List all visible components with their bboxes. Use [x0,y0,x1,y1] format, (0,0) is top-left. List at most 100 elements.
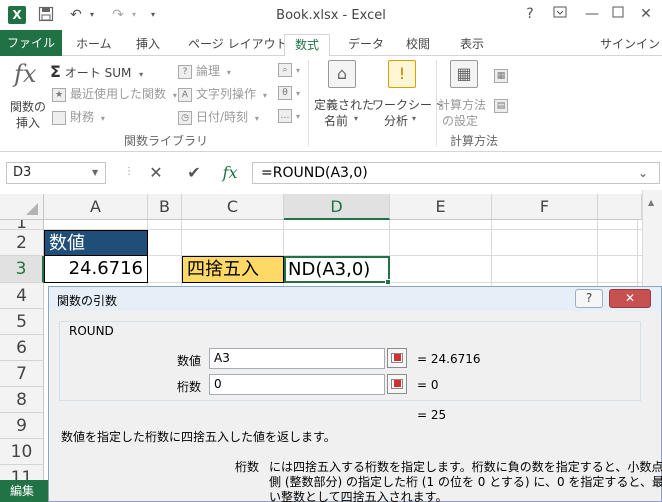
column-header-b[interactable]: B [148,194,182,220]
name-box-dropdown-icon[interactable]: ▼ [92,168,98,177]
warning-icon: ! [388,60,416,88]
calculate-now-button[interactable]: ▦ [494,68,508,83]
column-header-g[interactable] [598,194,642,220]
row-header-6[interactable]: 6 [0,335,44,361]
select-all-corner[interactable] [0,194,44,220]
scroll-up-icon[interactable]: ▲ [648,198,654,207]
chevron-down-icon: ▾ [296,66,301,75]
defined-names-button[interactable]: ⌂ 定義された 名前 ▾ [314,60,374,130]
sign-in-link[interactable]: サインイン [600,34,660,56]
logical-button[interactable]: ? 論理 ▾ [178,62,231,79]
formula-auditing-button[interactable]: ! ワークシート 分析 ▾ [372,60,444,130]
calculate-sheet-button[interactable]: ▤ [494,98,508,113]
math-icon: θ [278,85,292,100]
tab-home[interactable]: ホーム [66,34,122,56]
row-header-11[interactable]: 11 [0,465,44,480]
tab-data[interactable]: データ [338,34,394,56]
arg-label-digits: 桁数 [176,380,201,394]
tab-review[interactable]: 校閲 [396,34,440,56]
row-header-10[interactable]: 10 [0,439,44,465]
minimize-button[interactable]: — [580,4,604,24]
chevron-down-icon: ▾ [296,112,301,121]
tab-page-layout[interactable]: ページ レイアウト [178,34,298,56]
column-header-a[interactable]: A [44,194,148,220]
calculator-icon: ▦ [450,60,478,88]
status-mode: 編集 [0,480,48,502]
arg-input-number[interactable]: A3 [209,348,385,369]
formula-input[interactable]: =ROUND(A3,0) [252,162,660,184]
maximize-button[interactable] [606,4,630,24]
expand-formula-bar-icon[interactable]: ⌄ [638,166,648,180]
collapse-dialog-button-number[interactable] [387,348,407,368]
tab-file[interactable]: ファイル [0,30,62,56]
gridline [491,220,492,290]
cell-d3-active[interactable]: ND(A3,0) [284,256,390,283]
chevron-down-icon: ▾ [354,114,359,123]
column-header-f[interactable]: F [492,194,598,220]
row-header-1[interactable]: 1 [0,220,44,230]
dialog-help-button[interactable]: ? [575,289,603,308]
datetime-button[interactable]: ◷ 日付/時刻 ▾ [178,108,259,125]
tab-insert[interactable]: 挿入 [126,34,170,56]
cell-a3[interactable]: 24.6716 [44,256,148,283]
row-header-8[interactable]: 8 [0,387,44,413]
cell-a2[interactable]: 数値 [44,230,148,256]
ribbon-tabs: ファイル ホーム 挿入 ページ レイアウト 数式 データ 校閲 表示 サインイン [0,30,662,57]
close-window-button[interactable]: ✕ [634,4,658,24]
chevron-down-icon: ▾ [412,114,417,123]
row-header-2[interactable]: 2 [0,230,44,256]
ribbon-separator [308,60,309,146]
formula-bar-grip-icon: ⋮ [124,166,134,177]
name-box[interactable]: D3 [6,162,106,184]
dialog-close-button[interactable]: ✕ [609,289,651,308]
function-arguments-dialog: 関数の引数 ? ✕ ROUND 数値 A3 = 24.6716 桁数 0 = 0… [48,286,662,502]
insert-function-fx-icon[interactable]: fx [218,162,242,184]
star-icon: ★ [52,87,66,102]
title-bar: X ↶ ▾ ↷ ▾ ▾ Book.xlsx - Excel ? — ✕ [0,0,662,30]
tab-formulas[interactable]: 数式 [284,34,331,57]
math-trig-button[interactable]: θ ▾ [278,85,300,100]
clock-book-icon: ◷ [178,110,192,125]
insert-function-button[interactable]: fx 関数の 挿入 [6,60,48,130]
formula-result: = 25 [417,408,447,422]
fx-icon: fx [14,60,37,88]
text-functions-button[interactable]: A 文字列操作 ▾ [178,85,267,102]
formula-bar: D3 ▼ ⋮ ✕ ✔ fx =ROUND(A3,0) ⌄ [0,158,662,186]
column-header-e[interactable]: E [390,194,492,220]
calculation-options-button[interactable]: ▦ 計算方法 の設定 [438,60,490,130]
cancel-edit-icon[interactable]: ✕ [144,162,168,184]
lookup-button[interactable]: ⌕ ▾ [278,62,300,77]
arg-result-number: = 24.6716 [417,352,481,366]
row-header-9[interactable]: 9 [0,413,44,439]
row-header-4[interactable]: 4 [0,283,44,309]
tag-icon: ⌂ [328,60,356,88]
recent-functions-button[interactable]: ★ 最近使用した関数 ▾ [52,85,177,102]
fill-handle[interactable] [385,279,391,285]
calculation-group-label: 計算方法 [450,134,499,148]
column-header-d[interactable]: D [284,194,390,220]
autosum-button[interactable]: Σ オート SUM ▾ [50,62,143,81]
chevron-down-icon: ▾ [254,114,259,123]
book-icon [52,110,66,125]
dialog-title-bar[interactable] [49,287,661,311]
confirm-edit-icon[interactable]: ✔ [182,162,206,184]
column-header-c[interactable]: C [182,194,284,220]
cell-c3[interactable]: 四捨五入 [182,256,284,283]
more-functions-button[interactable]: … ▾ [278,108,300,123]
arg-input-digits[interactable]: 0 [209,374,385,395]
help-button[interactable]: ? [518,4,542,24]
question-book-icon: ? [178,64,192,79]
chevron-down-icon: ▾ [296,89,301,98]
chevron-down-icon: ▾ [172,91,177,100]
row-header-3[interactable]: 3 [0,256,44,283]
dialog-title: 関数の引数 [57,294,118,308]
financial-button[interactable]: 財務 ▾ [52,108,105,125]
chevron-down-icon: ▾ [139,70,144,79]
sigma-icon: Σ [50,62,61,81]
text-book-icon: A [178,87,192,102]
collapse-dialog-button-digits[interactable] [387,374,407,394]
row-header-7[interactable]: 7 [0,361,44,387]
row-header-5[interactable]: 5 [0,309,44,335]
tab-view[interactable]: 表示 [450,34,494,56]
ribbon-display-options-icon[interactable] [548,4,572,24]
